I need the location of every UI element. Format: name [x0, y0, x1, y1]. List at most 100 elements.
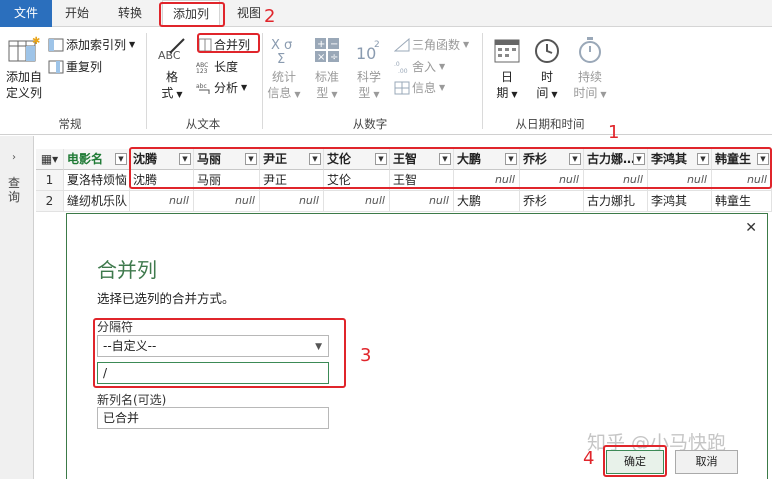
time-button[interactable]: 时 间 ▼ — [530, 35, 564, 103]
row-number[interactable]: 2 — [36, 191, 64, 212]
calendar-icon — [494, 39, 520, 63]
index-column-icon — [48, 38, 64, 51]
annotation-box-columns — [129, 147, 772, 189]
length-abc-icon: ABC123 — [196, 62, 208, 74]
queries-pane-collapsed[interactable]: › 查询 — [0, 136, 34, 479]
time-label-2: 间 ▼ — [530, 85, 564, 103]
cancel-button[interactable]: 取消 — [675, 450, 738, 474]
chevron-down-icon: ▼ — [439, 62, 446, 71]
chevron-down-icon: ▼ — [463, 40, 470, 49]
duplicate-column-button[interactable]: 重复列 — [48, 58, 102, 75]
table-cell[interactable]: null — [260, 191, 324, 212]
chevron-down-icon: ▼ — [439, 83, 446, 92]
date-label-2: 期 ▼ — [490, 85, 524, 103]
length-button[interactable]: ABC 123 长度 — [196, 58, 238, 75]
table-cell[interactable]: 缝纫机乐队 — [64, 191, 130, 212]
scientific-label-2-text: 型 — [358, 86, 371, 100]
annotation-box-merge — [197, 33, 260, 53]
table-cell[interactable]: 乔杉 — [520, 191, 584, 212]
chevron-down-icon: ▼ — [511, 90, 518, 99]
svg-text:.00: .00 — [398, 68, 408, 74]
column-header[interactable]: 电影名 ▼ — [64, 149, 130, 170]
add-index-column-button[interactable]: 添加索引列 ▼ — [48, 36, 135, 53]
info-grid-icon — [394, 81, 410, 94]
annotation-number-4: 4 — [583, 448, 595, 469]
new-column-name-label: 新列名(可选) — [97, 393, 167, 407]
tab-transform[interactable]: 转换 — [110, 0, 150, 27]
date-label-1: 日 — [500, 70, 513, 84]
trigonometry-button[interactable]: 三角函数 ▼ — [394, 36, 469, 53]
group-label-from-datetime: 从日期和时间 — [515, 117, 585, 131]
svg-text:abc: abc — [196, 83, 207, 90]
row-number[interactable]: 1 — [36, 170, 64, 191]
group-divider — [482, 33, 483, 129]
group-label-from-number: 从数字 — [352, 117, 388, 131]
svg-text:Σ: Σ — [277, 52, 285, 65]
chevron-down-icon: ▼ — [129, 40, 136, 49]
chevron-down-icon: ▼ — [176, 90, 183, 99]
svg-text:X: X — [271, 38, 280, 53]
chevron-down-icon: ▼ — [600, 90, 607, 99]
table-cell[interactable]: 夏洛特烦恼 — [64, 170, 130, 191]
svg-text:.0: .0 — [394, 61, 400, 68]
information-button[interactable]: 信息 ▼ — [394, 79, 445, 96]
duration-button[interactable]: 持续 时间 ▼ — [570, 35, 610, 103]
rounding-button[interactable]: .0.00 舍入 ▼ — [394, 58, 445, 75]
chevron-down-icon: ▼ — [241, 83, 248, 92]
format-abc-icon: ABC — [158, 38, 185, 62]
duplicate-column-icon — [48, 60, 64, 73]
group-label-general: 常规 — [58, 117, 82, 131]
svg-text:×: × — [317, 52, 325, 63]
triangle-icon — [394, 37, 410, 51]
scientific-label-2: 型 ▼ — [350, 85, 388, 103]
sigma-icon: Xσ Σ — [271, 38, 292, 65]
svg-text:÷: ÷ — [330, 52, 338, 63]
time-label-2-text: 间 — [536, 86, 549, 100]
table-cell[interactable]: null — [324, 191, 390, 212]
date-button[interactable]: 日 期 ▼ — [490, 35, 524, 103]
column-filter-dropdown-icon[interactable]: ▼ — [115, 153, 127, 165]
parse-button[interactable]: abc 分析 ▼ — [196, 79, 247, 96]
statistics-label-1: 统计 — [271, 70, 296, 84]
close-icon[interactable]: ✕ — [745, 220, 757, 236]
stopwatch-icon — [579, 37, 601, 63]
standard-button[interactable]: + − × ÷ 标准 型 ▼ — [308, 35, 346, 103]
annotation-number-2: 2 — [264, 6, 276, 27]
table-cell[interactable]: 李鸿其 — [648, 191, 712, 212]
chevron-down-icon: ▼ — [373, 90, 380, 99]
group-divider — [146, 33, 147, 129]
clock-icon — [535, 39, 559, 63]
scientific-button[interactable]: 10 2 科学 型 ▼ — [350, 35, 388, 103]
table-cell[interactable]: 大鹏 — [454, 191, 520, 212]
tab-view[interactable]: 视图 — [229, 0, 269, 27]
table-menu-icon[interactable]: ▦▾ — [36, 149, 64, 170]
chevron-down-icon: ▼ — [551, 90, 558, 99]
table-cell[interactable]: null — [130, 191, 194, 212]
table-cell[interactable]: 古力娜扎 — [584, 191, 648, 212]
standard-label-2: 型 ▼ — [308, 85, 346, 103]
rounding-label: 舍入 — [412, 60, 437, 74]
duplicate-column-label: 重复列 — [66, 60, 103, 74]
table-cell[interactable]: 韩童生 — [712, 191, 772, 212]
new-column-name-input[interactable]: 已合并 — [97, 407, 329, 429]
tab-home[interactable]: 开始 — [57, 0, 97, 27]
format-button[interactable]: ABC 格 式 ▼ — [154, 35, 190, 103]
tab-file[interactable]: 文件 — [0, 0, 52, 27]
statistics-label-2-text: 信息 — [267, 86, 292, 100]
custom-column-button[interactable]: ✱ 添加自 定义列 — [2, 35, 46, 101]
statistics-button[interactable]: Xσ Σ 统计 信息 ▼ — [266, 35, 302, 103]
svg-text:2: 2 — [374, 40, 380, 50]
duration-label-2-text: 时间 — [573, 86, 598, 100]
expand-arrow-icon[interactable]: › — [12, 152, 16, 163]
svg-text:σ: σ — [284, 38, 292, 53]
format-label-1: 格 — [165, 70, 178, 84]
annotation-box-ok — [603, 445, 667, 477]
table-cell[interactable]: null — [390, 191, 454, 212]
svg-text:✱: ✱ — [32, 36, 40, 47]
format-label-2-text: 式 — [161, 86, 174, 100]
svg-text:ABC: ABC — [158, 49, 181, 62]
annotation-number-3: 3 — [360, 345, 372, 366]
table-cell[interactable]: null — [194, 191, 260, 212]
time-label-1: 时 — [540, 70, 553, 84]
scientific-label-1: 科学 — [356, 70, 381, 84]
